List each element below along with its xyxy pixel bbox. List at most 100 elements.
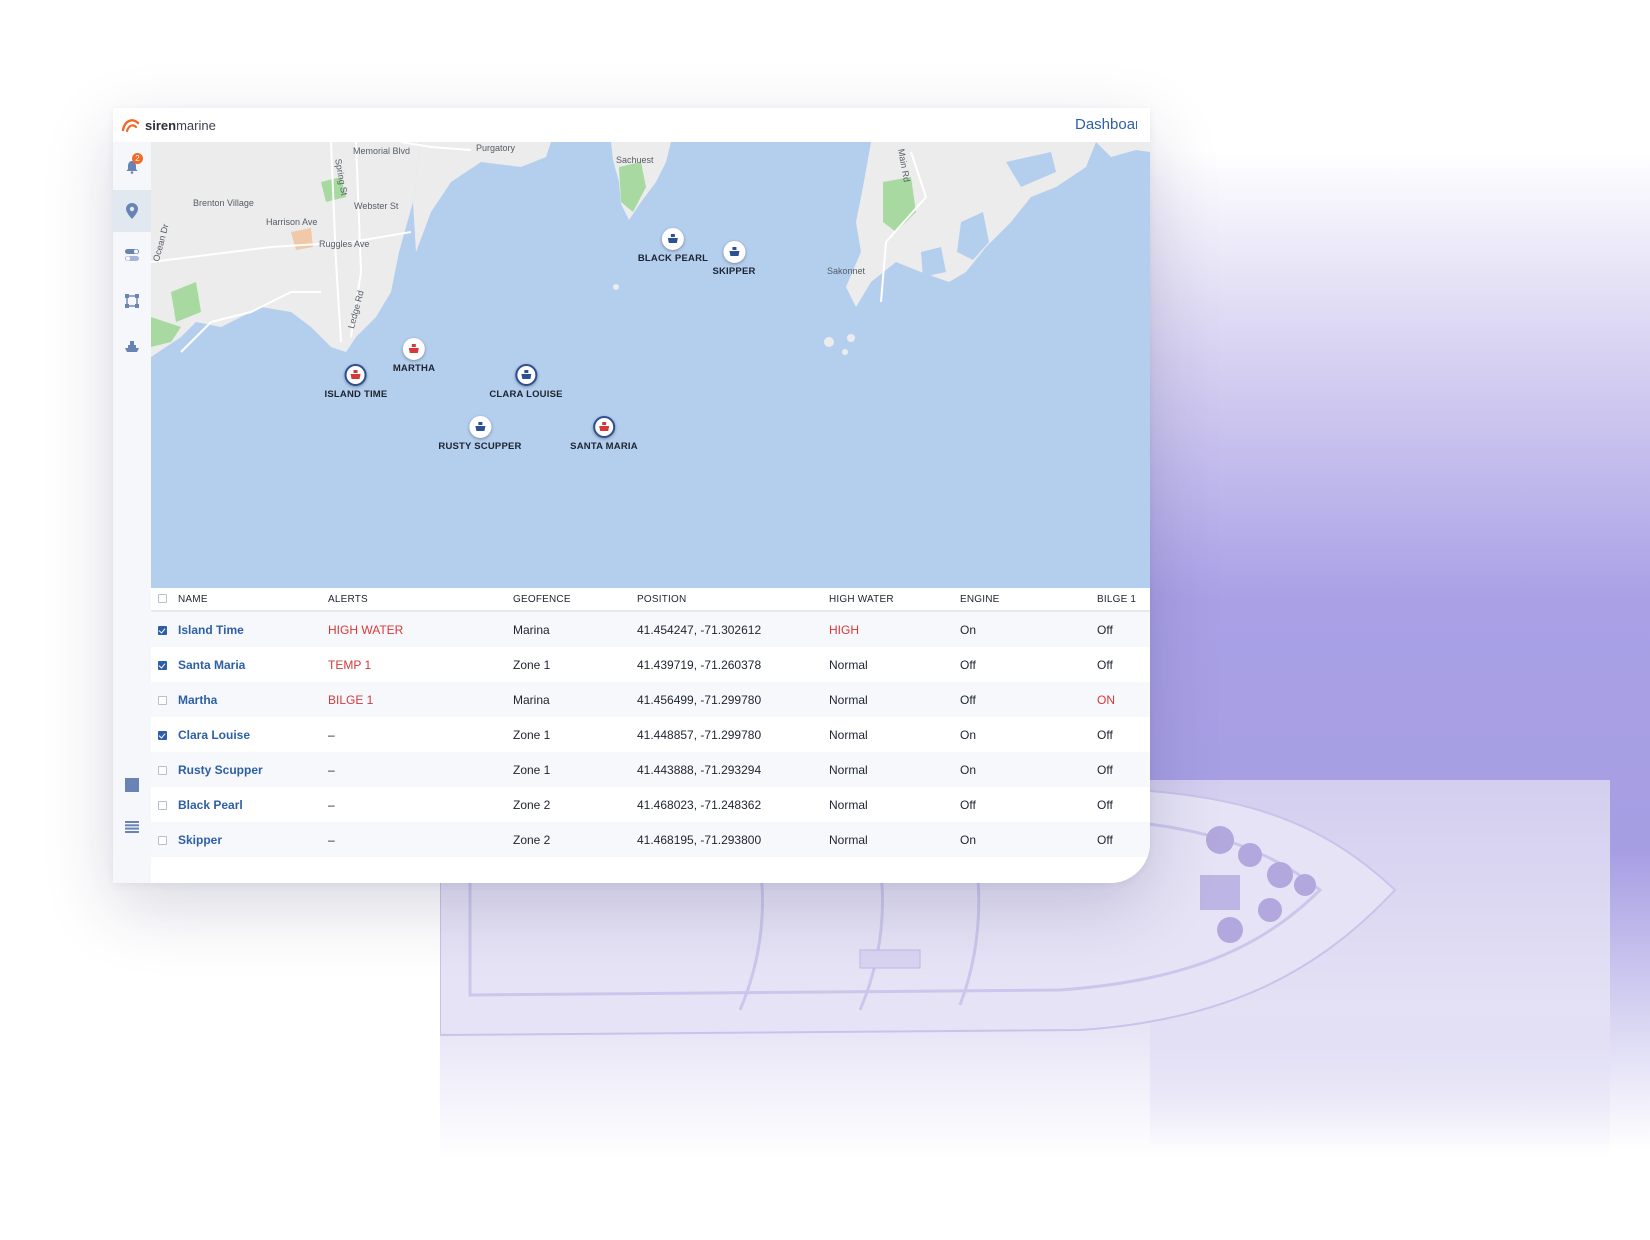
sirenmarine-logo[interactable]: sirenmarine	[121, 115, 216, 135]
vessel-label: SKIPPER	[712, 266, 756, 277]
sidebar-item-map[interactable]	[113, 190, 151, 232]
column-header-bilge-1[interactable]: BILGE 1	[1097, 588, 1150, 612]
alert-cell: BILGE 1	[328, 682, 513, 717]
vessel-marker-rusty-scupper[interactable]: RUSTY SCUPPER	[438, 416, 521, 452]
row-checkbox[interactable]	[151, 822, 178, 857]
boat-icon	[345, 364, 367, 386]
map-label: Webster St	[354, 201, 399, 211]
vessel-label: RUSTY SCUPPER	[438, 441, 522, 452]
bilge-cell: Off	[1097, 611, 1150, 647]
toggle-icon	[125, 249, 139, 261]
high-water-cell: HIGH	[829, 611, 960, 647]
bilge-cell: Off	[1097, 797, 1113, 812]
table-row[interactable]: Rusty Scupper – Zone 1 41.443888, -71.29…	[151, 752, 1150, 787]
row-checkbox[interactable]	[151, 752, 178, 787]
table-row[interactable]: Santa Maria TEMP 1 Zone 1 41.439719, -71…	[151, 647, 1150, 682]
position-cell: 41.443888, -71.293294	[637, 752, 829, 787]
vessel-marker-black-pearl[interactable]: BLACK PEARL	[638, 228, 708, 264]
geofence-icon	[125, 294, 139, 308]
boat-icon	[661, 228, 684, 250]
vessel-name-link[interactable]: Clara Louise	[178, 717, 328, 752]
vessel-name-link[interactable]: Martha	[178, 682, 328, 717]
alert-cell: –	[328, 727, 335, 742]
column-header-alerts[interactable]: ALERTS	[328, 588, 513, 612]
alert-cell: TEMP 1	[328, 657, 372, 672]
table-row[interactable]: Clara Louise – Zone 1 41.448857, -71.299…	[151, 717, 1150, 752]
vessel-marker-island-time[interactable]: ISLAND TIME	[325, 364, 388, 400]
boat-icon	[402, 338, 425, 360]
vessel-marker-skipper[interactable]: SKIPPER	[712, 241, 755, 277]
table-row[interactable]: Skipper – Zone 2 41.468195, -71.293800 N…	[151, 822, 1150, 857]
alert-cell: –	[328, 822, 513, 857]
geofence-cell: Zone 2	[513, 822, 637, 857]
high-water-cell: Normal	[829, 657, 868, 672]
sidebar-item-vessels[interactable]	[113, 326, 151, 368]
column-header-position[interactable]: POSITION	[637, 588, 829, 612]
vessel-marker-martha[interactable]: MARTHA	[393, 338, 435, 374]
map-label: Ruggles Ave	[319, 239, 370, 249]
position-cell: 41.468023, -71.248362	[637, 797, 762, 812]
geofence-cell: Zone 1	[513, 727, 551, 742]
high-water-cell: Normal	[829, 822, 960, 857]
vessel-table: NAME ALERTS GEOFENCE POSITION HIGH WATER…	[151, 588, 1150, 883]
high-water-cell: Normal	[829, 752, 960, 787]
siren-logo-icon	[121, 119, 140, 133]
alert-cell: HIGH WATER	[328, 611, 513, 647]
vessel-marker-clara-louise[interactable]: CLARA LOUISE	[489, 364, 562, 400]
bilge-cell: Off	[1097, 822, 1150, 857]
sidebar-item-geofences[interactable]	[113, 280, 151, 322]
geofence-cell: Marina	[513, 682, 637, 717]
sidebar: 2	[113, 142, 152, 883]
engine-cell: Off	[960, 657, 976, 672]
table-row[interactable]: Martha BILGE 1 Marina 41.456499, -71.299…	[151, 682, 1150, 717]
app-window: sirenmarine Dashboard 2	[113, 108, 1150, 883]
column-header-high-water[interactable]: HIGH WATER	[829, 588, 960, 612]
vessel-label: ISLAND TIME	[324, 389, 388, 400]
map-label: Memorial Blvd	[353, 146, 411, 156]
vessel-name-link[interactable]: Island Time	[178, 611, 328, 647]
sidebar-item-list[interactable]	[113, 806, 151, 848]
sidebar-item-alerts[interactable]: 2	[113, 146, 151, 188]
vessel-label: BLACK PEARL	[637, 253, 709, 264]
high-water-cell: Normal	[829, 797, 868, 812]
engine-cell: On	[960, 752, 1097, 787]
sidebar-item-panel[interactable]	[113, 764, 151, 806]
top-bar: sirenmarine Dashboard	[113, 108, 1150, 143]
map-label: Sakonnet	[827, 266, 866, 276]
high-water-cell: Normal	[829, 682, 960, 717]
column-header-engine[interactable]: ENGINE	[960, 588, 1097, 612]
position-cell: 41.439719, -71.260378	[637, 657, 762, 672]
position-cell: 41.448857, -71.299780	[637, 727, 762, 742]
engine-cell: On	[960, 727, 977, 742]
alert-cell: –	[328, 752, 513, 787]
row-checkbox[interactable]	[151, 647, 178, 682]
vessel-name-link[interactable]: Santa Maria	[178, 647, 328, 682]
position-cell: 41.468195, -71.293800	[637, 822, 829, 857]
vessel-name-link[interactable]: Rusty Scupper	[178, 752, 328, 787]
sidebar-item-controls[interactable]	[113, 234, 151, 276]
select-all-checkbox[interactable]	[151, 588, 178, 612]
vessel-label: CLARA LOUISE	[489, 389, 563, 400]
vessel-map[interactable]: Memorial Blvd Purgatory Sachuest Main Rd…	[151, 142, 1150, 588]
alert-count-badge: 2	[132, 153, 143, 164]
bilge-cell: Off	[1097, 752, 1150, 787]
bilge-cell: Off	[1097, 657, 1113, 672]
row-checkbox[interactable]	[151, 787, 178, 822]
dashboard-link[interactable]: Dashboard	[1075, 116, 1137, 133]
column-header-geofence[interactable]: GEOFENCE	[513, 588, 637, 612]
vessel-name-link[interactable]: Skipper	[178, 822, 328, 857]
row-checkbox[interactable]	[151, 717, 178, 752]
vessel-label: SANTA MARIA	[570, 441, 638, 452]
vessel-label: MARTHA	[392, 363, 436, 374]
vessel-marker-santa-maria[interactable]: SANTA MARIA	[570, 416, 638, 452]
column-header-name[interactable]: NAME	[178, 588, 328, 612]
table-row[interactable]: Island Time HIGH WATER Marina 41.454247,…	[151, 611, 1150, 647]
engine-cell: On	[960, 822, 1097, 857]
square-icon	[125, 778, 139, 792]
vessel-name-link[interactable]: Black Pearl	[178, 787, 328, 822]
row-checkbox[interactable]	[151, 611, 178, 647]
boat-icon	[515, 364, 537, 386]
table-row[interactable]: Black Pearl – Zone 2 41.468023, -71.2483…	[151, 787, 1150, 822]
table-header: NAME ALERTS GEOFENCE POSITION HIGH WATER…	[151, 588, 1150, 612]
row-checkbox[interactable]	[151, 682, 178, 717]
